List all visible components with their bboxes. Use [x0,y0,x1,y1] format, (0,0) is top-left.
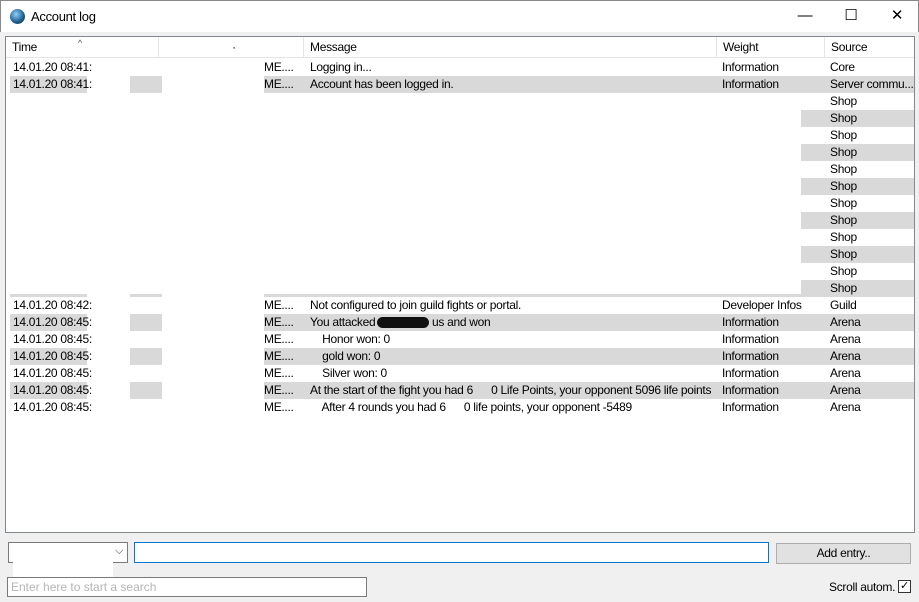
cell-2: ME.... [264,366,294,380]
table-row[interactable]: 14.01.20 08:45: ME.... Silver won: 0 Infor… [6,365,914,382]
scroll-autom-checkbox[interactable]: ✓ [898,580,911,593]
cell-weight: Information [722,332,779,346]
table-row[interactable]: 14.01.20 08:42: ME.... Not configured to j… [6,297,914,314]
cell-source: Shop [830,162,857,176]
cell-time: 14.01.20 08:45: [13,400,92,414]
cell-time: 14.01.20 08:42: [13,298,92,312]
chevron-down-icon: ⌵ [114,545,123,557]
cell-message: gold won: 0 [310,349,381,363]
cell-message-tail: us and won [432,315,491,329]
cell-weight: Information [722,77,779,91]
cell-source: Server commu... [830,77,914,91]
cell-source: Shop [830,196,857,210]
window-title: Account log [31,9,96,24]
cell-message: Honor won: 0 [310,332,390,346]
cell-source: Arena [830,315,861,329]
table-row[interactable]: 14.01.20 08:45: ME.... After 4 rounds you… [6,399,914,416]
cell-source: Shop [830,264,857,278]
redacted-area [6,93,801,294]
cell-2: ME.... [264,60,294,74]
table-row[interactable]: 14.01.20 08:45: ME.... At the start of the… [6,382,914,399]
cell-source: Arena [830,332,861,346]
cell-message: Silver won: 0 [310,366,387,380]
cell-message: You attacked [310,315,376,329]
cell-time: 14.01.20 08:41: [13,77,92,91]
cell-source: Arena [830,400,861,414]
cell-time: 14.01.20 08:45: [13,349,92,363]
cell-2: ME.... [264,298,294,312]
table-row[interactable]: 14.01.20 08:45: ME.... You attacked us and … [6,314,914,331]
cell-weight: Developer Infos [722,298,802,312]
cell-weight: Information [722,60,779,74]
cell-source: Shop [830,128,857,142]
cell-message: At the start of the fight you had 6 0 Li… [310,383,712,397]
table-row[interactable]: 14.01.20 08:45: ME.... gold won: 0 Informa… [6,348,914,365]
cell-message: Account has been logged in. [310,77,454,91]
column-header-source[interactable]: Source [825,37,914,58]
column-header-message[interactable]: Message [304,37,717,58]
cell-time: 14.01.20 08:45: [13,366,92,380]
cell-source: Arena [830,349,861,363]
cell-2: ME.... [264,349,294,363]
minimize-button[interactable]: — [782,1,828,31]
column-header-weight[interactable]: Weight [717,37,825,58]
table-row[interactable]: 14.01.20 08:41: ME.... Account has been lo… [6,76,914,93]
cell-time: 14.01.20 08:45: [13,383,92,397]
title-bar: Account log — ☐ ✕ [0,0,919,32]
cell-weight: Information [722,383,779,397]
sort-ascending-icon: ^ [78,38,82,48]
cell-weight: Information [722,366,779,380]
cell-2: ME.... [264,77,294,91]
close-button[interactable]: ✕ [874,1,919,31]
cell-source: Shop [830,111,857,125]
scroll-autom-label: Scroll autom. [829,580,896,594]
cell-2: ME.... [264,400,294,414]
log-list[interactable]: Time ^ · Message Weight Source 14.01.20 0… [5,36,915,533]
cell-source: Arena [830,383,861,397]
entry-input[interactable] [134,542,769,563]
cell-source: Core [830,60,855,74]
maximize-button[interactable]: ☐ [828,1,874,31]
app-icon [10,9,25,24]
cell-weight: Information [722,315,779,329]
cell-source: Arena [830,366,861,380]
cell-source: Shop [830,94,857,108]
cell-source: Guild [830,298,857,312]
weight-combobox[interactable]: ⌵ [8,542,128,579]
list-header: Time ^ · Message Weight Source [6,37,914,58]
cell-source: Shop [830,145,857,159]
cell-2: ME.... [264,383,294,397]
cell-source: Shop [830,179,857,193]
cell-source: Shop [830,247,857,261]
table-row[interactable]: 14.01.20 08:41: ME.... Logging in... Inform… [6,59,914,76]
cell-time: 14.01.20 08:45: [13,315,92,329]
cell-source: Shop [830,230,857,244]
cell-message: After 4 rounds you had 6 0 life points, … [310,400,632,414]
cell-time: 14.01.20 08:45: [13,332,92,346]
add-entry-button[interactable]: Add entry.. [776,543,911,564]
search-input[interactable] [7,577,367,597]
column-header-time[interactable]: Time ^ [6,37,159,58]
cell-source: Shop [830,281,857,295]
cell-time: 14.01.20 08:41: [13,60,92,74]
column-header-2[interactable]: · [159,37,304,58]
cell-2: ME.... [264,315,294,329]
cell-message: Not configured to join guild fights or p… [310,298,521,312]
cell-source: Shop [830,213,857,227]
redaction-blot [377,317,429,329]
table-row[interactable]: 14.01.20 08:45: ME.... Honor won: 0 Inform… [6,331,914,348]
cell-message: Logging in... [310,60,372,74]
cell-2: ME.... [264,332,294,346]
cell-weight: Information [722,349,779,363]
cell-weight: Information [722,400,779,414]
